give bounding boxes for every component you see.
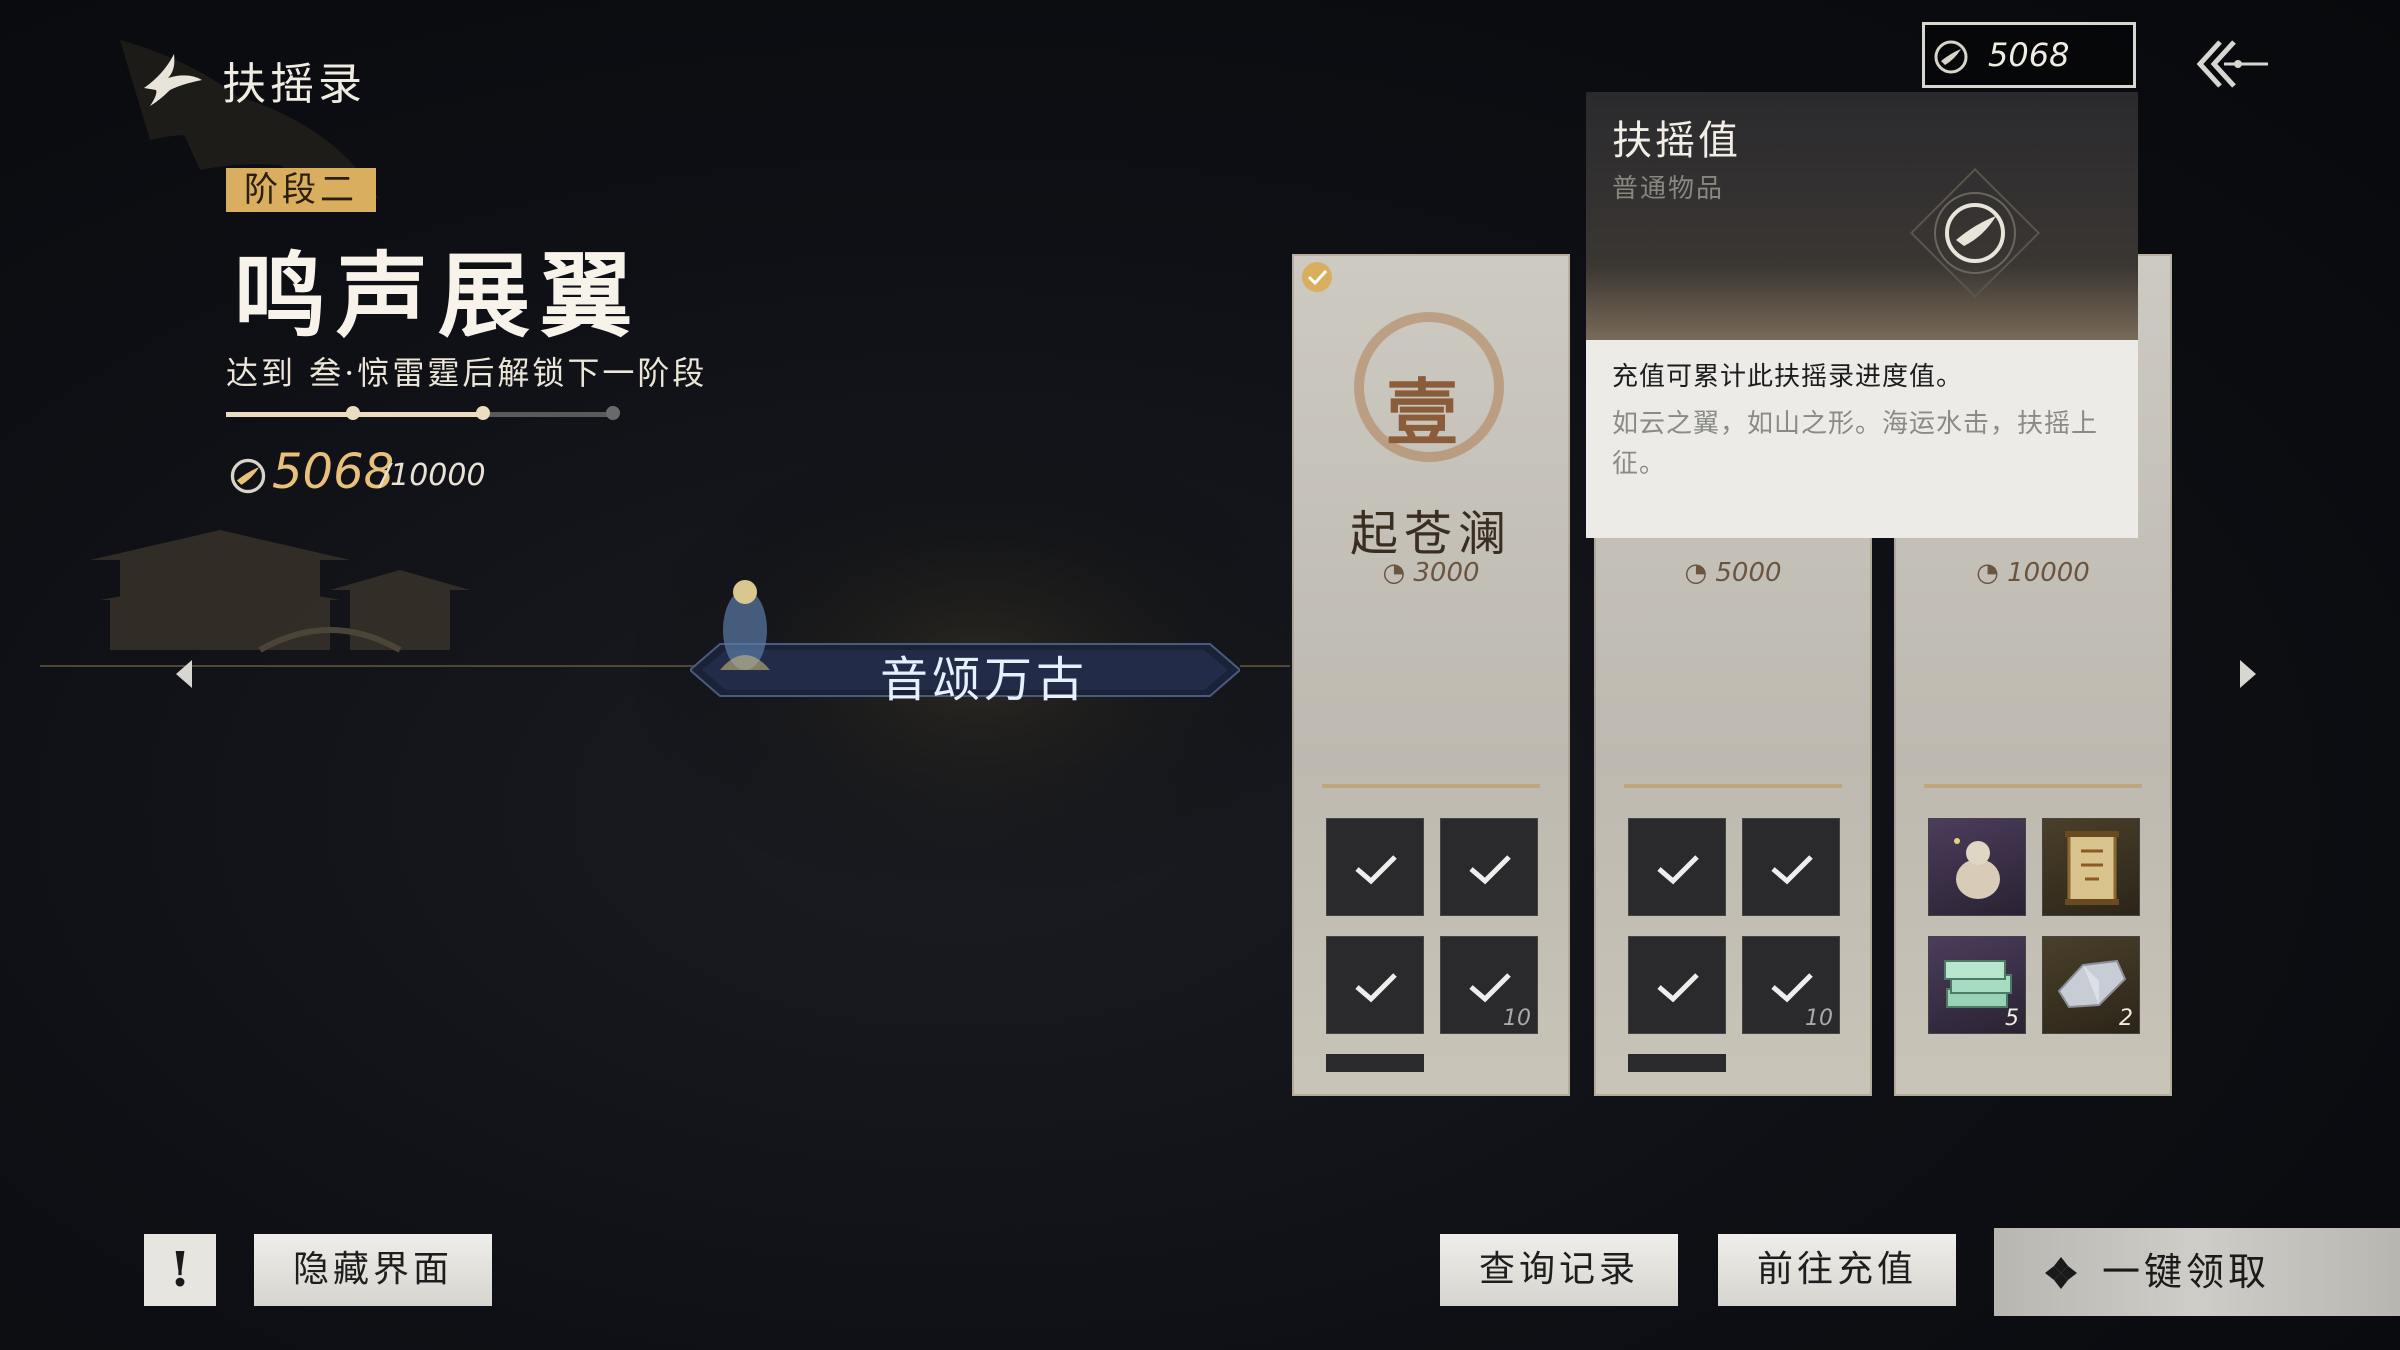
reward-slot[interactable] [2042,818,2140,916]
reward-slot[interactable]: 5 [1928,936,2026,1034]
money-stack-icon [1944,960,2012,1008]
reward-card-1[interactable]: 壹 起苍澜 ◔ 3000 10 [1292,254,1570,1096]
card-divider [1624,784,1842,788]
tooltip-description: 充值可累计此扶摇录进度值。 [1612,362,1964,392]
spirit-figure-icon [720,580,770,670]
tooltip-item-type: 普通物品 [1612,174,1725,204]
cost-currency-icon: ◔ [1684,558,1716,588]
banner-title: 音颂万古 [880,652,1089,708]
claim-all-button[interactable]: 一键领取 [1994,1228,2400,1316]
fuyao-currency-icon [1934,40,1968,74]
card-numeral: 壹 [1386,370,1459,455]
staff-icon [1771,855,1813,885]
slot-count: 10 [1805,1006,1833,1031]
mask-icon [1657,973,1699,1003]
tooltip-flavor-text: 如云之翼，如山之形。海运水击，扶摇上征。 [1612,409,2099,479]
slot-count: 2 [2119,1006,2133,1031]
tooltip-title: 扶摇值 [1612,118,1741,164]
reward-slot[interactable] [1326,818,1424,916]
claimed-check-icon [1302,262,1332,292]
points-current: 5068 [272,444,395,500]
progress-node [476,406,490,420]
fuyao-emblem-icon [1909,167,2041,299]
slot-count: 10 [1503,1006,1531,1031]
scroll-icon [2065,831,2119,905]
stage-badge: 阶段二 [226,168,376,212]
reward-slot[interactable] [1928,818,2026,916]
help-button[interactable]: ! [144,1234,216,1306]
robe-icon [1657,855,1699,885]
robe-icon [1469,855,1511,885]
card-footer-bar [1628,1054,1726,1072]
card-cost-value: 10000 [2007,558,2090,588]
next-stage-arrow[interactable] [2240,660,2256,688]
points-total: /10000 [380,458,486,493]
page-title: 扶摇录 [222,59,366,110]
card-divider [1924,784,2142,788]
reward-slot[interactable] [1628,818,1726,916]
go-recharge-button[interactable]: 前往充值 [1718,1234,1956,1306]
reward-slot[interactable] [1326,936,1424,1034]
hide-ui-button[interactable]: 隐藏界面 [254,1234,492,1306]
card-cost: ◔ 5000 [1594,558,1872,588]
cost-currency-icon: ◔ [1976,558,2008,588]
item-tooltip: 扶摇值 普通物品 充值可累计此扶摇录进度值。 如云之翼，如山之形。海运水击，扶摇… [1586,92,2138,538]
reward-slot[interactable]: 10 [1440,936,1538,1034]
query-history-button[interactable]: 查询记录 [1440,1234,1678,1306]
diamond-icon [2045,1257,2077,1289]
claim-all-label: 一键领取 [2102,1250,2271,1294]
reward-slot[interactable] [1628,936,1726,1034]
stage-name: 鸣声展翼 [234,242,643,350]
card-cost-value: 5000 [1715,558,1782,588]
wing-icon [1355,855,1397,885]
swallow-logo-icon [144,54,202,106]
reward-slot[interactable]: 2 [2042,936,2140,1034]
card-footer-bar [1326,1054,1424,1072]
stage-unlock-description: 达到 叁·惊雷霆后解锁下一阶段 [226,354,708,392]
back-button[interactable] [2190,34,2270,94]
card-name: 起苍澜 [1349,506,1512,562]
card-divider [1322,784,1540,788]
progress-node [346,406,360,420]
reed-icon [1355,973,1397,1003]
card-cost: ◔ 10000 [1894,558,2172,588]
reward-slot[interactable] [1440,818,1538,916]
pet-icon [1954,838,2000,899]
slot-count: 5 [2005,1006,2019,1031]
progress-node [606,406,620,420]
reward-slot[interactable]: 10 [1742,936,1840,1034]
currency-value: 5068 [1988,36,2070,74]
coin-icon [1469,973,1511,1003]
fuyao-points-icon [230,458,266,494]
previous-stage-arrow[interactable] [176,660,192,688]
coin-icon [1771,973,1813,1003]
reward-slot[interactable] [1742,818,1840,916]
card-cost-value: 3000 [1413,558,1480,588]
cost-currency-icon: ◔ [1382,558,1414,588]
card-cost: ◔ 3000 [1292,558,1570,588]
